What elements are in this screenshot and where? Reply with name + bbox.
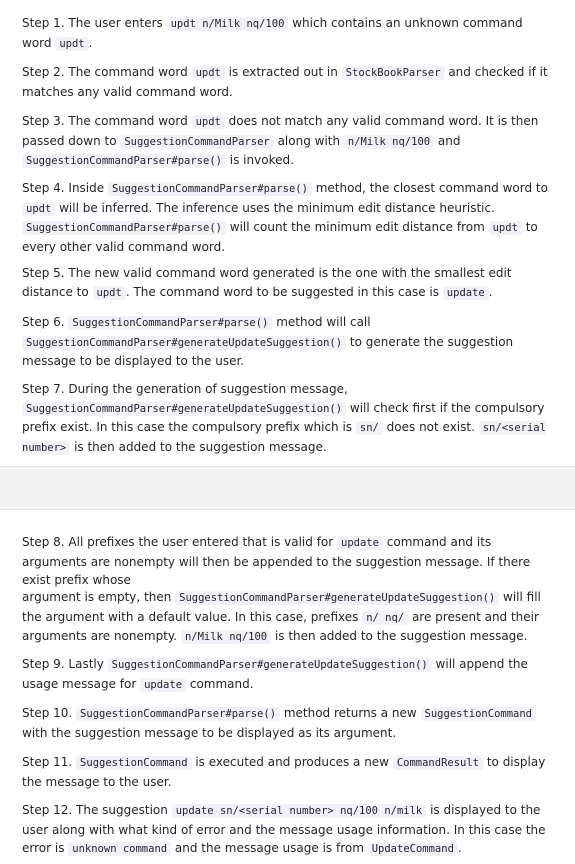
step-8-text: Step 8. All prefixes the user entered th… xyxy=(22,535,338,549)
code-span: update xyxy=(337,536,383,550)
page-break-divider xyxy=(0,466,575,510)
code-span: n/ nq/ xyxy=(362,610,409,625)
step-11: Step 11. SuggestionCommand is executed a… xyxy=(22,753,554,791)
step-12-text: and the message usage is from xyxy=(171,841,368,855)
code-span: unknown command xyxy=(68,842,172,856)
code-span: n/Milk nq/100 xyxy=(343,134,435,149)
step-1-text: Step 1. The user enters xyxy=(22,16,167,30)
code-span: update sn/<serial number> nq/100 n/milk xyxy=(171,804,427,818)
code-span: SuggestionCommandParser#parse() xyxy=(107,182,312,196)
step-8-text: is then added to the suggestion message. xyxy=(271,629,528,643)
code-span: update xyxy=(442,285,489,300)
code-span: updt xyxy=(22,201,56,216)
code-span: SuggestionCommandParser#parse() xyxy=(22,221,226,235)
step-10-text: with the suggestion message to be displa… xyxy=(22,725,397,740)
step-3-text: Step 3. The command word xyxy=(22,114,192,128)
code-span: updt xyxy=(55,36,89,51)
step-4-text: will count the minimum edit distance fro… xyxy=(225,220,489,234)
step-5: Step 5. The new valid command word gener… xyxy=(22,264,554,302)
code-span: SuggestionCommandParser xyxy=(120,134,274,149)
step-6-text: Step 6. xyxy=(22,315,69,329)
code-span: updt xyxy=(488,221,522,235)
step-5-text: . The command word to be suggested in th… xyxy=(125,284,443,299)
step-9: Step 9. Lastly SuggestionCommandParser#g… xyxy=(22,655,554,694)
code-span: SuggestionCommand xyxy=(76,756,192,770)
step-12-text: Step 12. The suggestion xyxy=(22,803,172,817)
code-span: CommandResult xyxy=(392,756,484,770)
code-span: StockBookParser xyxy=(341,66,445,80)
code-span: updt xyxy=(191,115,225,129)
step-4: Step 4. Inside SuggestionCommandParser#p… xyxy=(22,179,554,256)
code-span: SuggestionCommandParser#generateUpdateSu… xyxy=(22,335,347,350)
document-panel-bottom: Step 8. All prefixes the user entered th… xyxy=(0,510,575,864)
code-span: sn/ xyxy=(355,421,383,435)
code-span: SuggestionCommandParser#parse() xyxy=(68,316,273,330)
step-3-text: along with xyxy=(273,133,344,148)
step-6-text: method will call xyxy=(272,315,371,329)
step-5-text: . xyxy=(488,284,493,299)
step-4-text: method, the closest command word to xyxy=(311,181,548,195)
step-3-text: and xyxy=(434,133,461,148)
step-4-text: will be inferred. The inference uses the… xyxy=(55,200,495,215)
document-panel-top: Step 1. The user enters updt n/Milk nq/1… xyxy=(0,0,575,466)
step-3: Step 3. The command word updt does not m… xyxy=(22,112,554,171)
step-2-text: is extracted out in xyxy=(224,65,342,79)
step-9-text: Step 9. Lastly xyxy=(22,657,108,671)
step-11-text: Step 11. xyxy=(22,755,77,769)
step-8: Step 8. All prefixes the user entered th… xyxy=(22,533,554,590)
code-span: SuggestionCommandParser#parse() xyxy=(76,707,281,721)
step-10-text: method returns a new xyxy=(280,706,421,720)
step-8-text: argument is empty, then xyxy=(22,590,176,604)
step-7-text: does not exist. xyxy=(382,420,479,434)
step-9-text: command. xyxy=(186,676,254,691)
step-3-text: is invoked. xyxy=(225,153,294,167)
code-span: updt xyxy=(191,66,225,80)
step-10: Step 10. SuggestionCommandParser#parse()… xyxy=(22,704,554,742)
step-12: Step 12. The suggestion update sn/<seria… xyxy=(22,801,554,859)
step-1-text: . xyxy=(88,35,93,50)
code-span: SuggestionCommandParser#generateUpdateSu… xyxy=(22,401,347,416)
code-span: SuggestionCommand xyxy=(420,707,536,721)
step-2-text: Step 2. The command word xyxy=(22,65,192,79)
step-2: Step 2. The command word updt is extract… xyxy=(22,63,554,101)
step-7-text: Step 7. During the generation of suggest… xyxy=(22,382,348,396)
step-7-text: is then added to the suggestion message. xyxy=(70,439,327,454)
step-7: Step 7. During the generation of suggest… xyxy=(22,380,554,457)
code-span: SuggestionCommandParser#parse() xyxy=(22,154,226,168)
code-span: update xyxy=(140,677,187,692)
step-4-text: Step 4. Inside xyxy=(22,181,108,195)
step-1: Step 1. The user enters updt n/Milk nq/1… xyxy=(22,14,554,53)
step-6: Step 6. SuggestionCommandParser#parse() … xyxy=(22,313,554,371)
code-span: UpdateCommand xyxy=(367,842,458,856)
step-10-text: Step 10. xyxy=(22,706,77,720)
code-span: SuggestionCommandParser#generateUpdateSu… xyxy=(175,591,500,605)
code-span: n/Milk nq/100 xyxy=(180,630,272,644)
step-8-continued: argument is empty, then SuggestionComman… xyxy=(22,588,554,647)
step-11-text: is executed and produces a new xyxy=(191,755,393,769)
step-12-text: . xyxy=(457,841,462,855)
code-span: SuggestionCommandParser#generateUpdateSu… xyxy=(107,658,432,672)
code-span: updt xyxy=(92,285,126,300)
code-span: updt n/Milk nq/100 xyxy=(166,17,289,31)
